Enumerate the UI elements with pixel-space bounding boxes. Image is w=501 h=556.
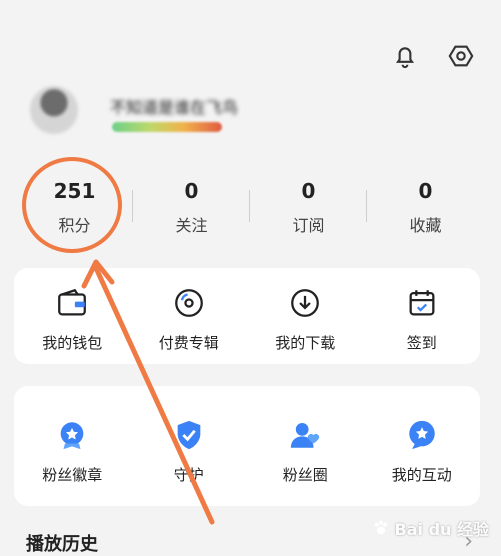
stat-subscriptions[interactable]: 0 订阅 xyxy=(250,176,367,246)
stat-value: 0 xyxy=(418,179,433,203)
stat-value: 0 xyxy=(301,179,316,203)
shield-check-icon xyxy=(177,420,201,450)
status-bar xyxy=(0,0,501,12)
bell-icon[interactable] xyxy=(389,40,421,72)
points-highlight-circle xyxy=(22,157,122,253)
fans-icon xyxy=(291,422,320,448)
settings-icon[interactable] xyxy=(445,40,477,72)
stat-label: 订阅 xyxy=(292,216,325,235)
disc-icon xyxy=(174,289,203,317)
fan-circle-button[interactable]: 粉丝圈 xyxy=(247,386,364,506)
cell-label: 付费专辑 xyxy=(158,334,219,352)
stat-following[interactable]: 0 关注 xyxy=(133,176,250,246)
nickname: 不知道是谁在飞鸟 xyxy=(110,98,239,117)
profile-header[interactable]: 不知道是谁在飞鸟 xyxy=(30,86,470,150)
badge-icon xyxy=(60,422,84,450)
quick-actions-card: 我的钱包 付费专辑 我的下载 签到 xyxy=(14,268,480,364)
play-history-title[interactable]: 播放历史 xyxy=(26,530,98,556)
cell-label: 我的下载 xyxy=(275,334,336,352)
watermark-text: Bai du 经验 xyxy=(394,520,489,539)
stat-value: 0 xyxy=(184,179,199,203)
paid-album-button[interactable]: 付费专辑 xyxy=(131,268,248,364)
top-actions xyxy=(389,40,477,72)
fan-badge-button[interactable]: 粉丝徽章 xyxy=(14,386,131,506)
checkin-button[interactable]: 签到 xyxy=(364,268,481,364)
download-button[interactable]: 我的下载 xyxy=(247,268,364,364)
cell-label: 签到 xyxy=(406,334,437,352)
cell-label: 守护 xyxy=(173,466,204,484)
stat-label: 关注 xyxy=(175,216,208,235)
guard-button[interactable]: 守护 xyxy=(131,386,248,506)
cell-label: 我的钱包 xyxy=(42,334,103,352)
calendar-check-icon xyxy=(409,290,435,316)
stat-label: 收藏 xyxy=(409,216,442,235)
baidu-watermark: Bai du 经验 xyxy=(371,516,489,540)
cell-label: 我的互动 xyxy=(391,466,452,484)
paw-icon xyxy=(374,520,387,535)
cell-label: 粉丝圈 xyxy=(282,466,328,484)
my-interaction-button[interactable]: 我的互动 xyxy=(364,386,481,506)
wallet-button[interactable]: 我的钱包 xyxy=(14,268,131,364)
level-bar xyxy=(112,122,222,132)
download-icon xyxy=(291,289,320,317)
stat-favorites[interactable]: 0 收藏 xyxy=(367,176,484,246)
wallet-icon xyxy=(58,288,87,316)
fan-actions-card: 粉丝徽章 守护 粉丝圈 我的互动 xyxy=(14,386,480,506)
chat-star-icon xyxy=(409,420,435,450)
cell-label: 粉丝徽章 xyxy=(42,466,103,484)
avatar[interactable] xyxy=(30,86,78,134)
